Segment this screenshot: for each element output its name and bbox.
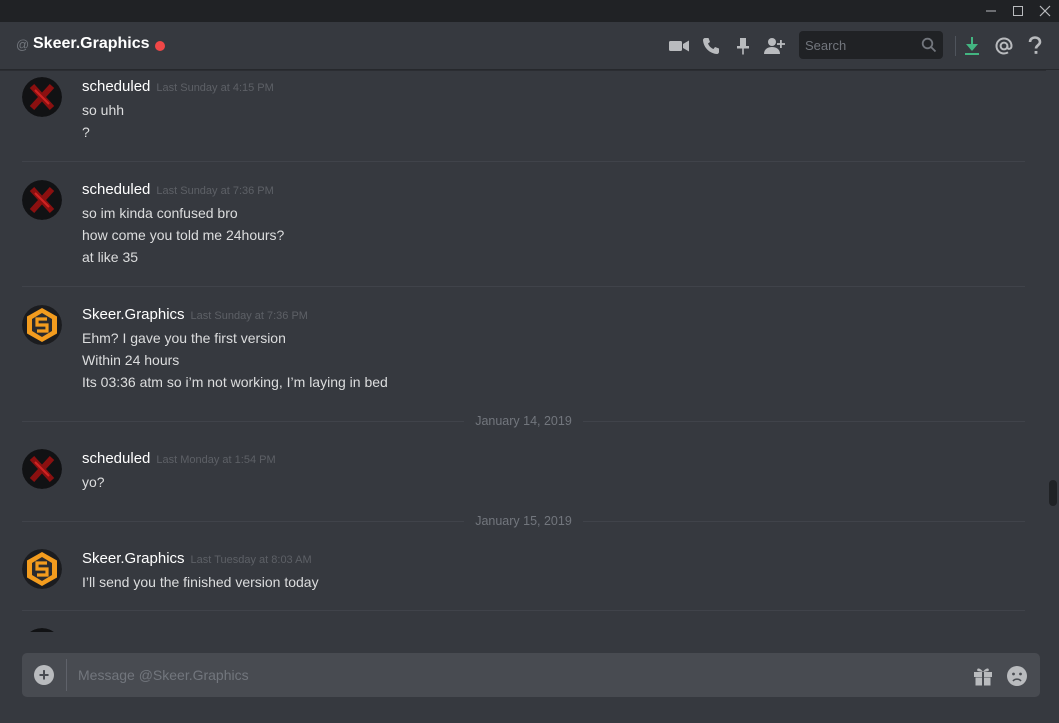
- mentions-icon[interactable]: [992, 34, 1016, 58]
- date-divider: January 14, 2019: [22, 414, 1025, 428]
- channel-header: @ Skeer.Graphics Search: [0, 22, 1059, 70]
- status-indicator: [155, 41, 165, 51]
- author-name[interactable]: scheduled: [82, 450, 150, 467]
- message-input[interactable]: Message @Skeer.Graphics: [78, 667, 249, 683]
- author-name[interactable]: scheduled: [82, 181, 150, 198]
- author-name[interactable]: Skeer.Graphics: [82, 306, 185, 323]
- date-divider: January 15, 2019: [22, 514, 1025, 528]
- close-icon[interactable]: [1031, 0, 1059, 22]
- author-name[interactable]: scheduled: [82, 78, 150, 95]
- dm-name[interactable]: Skeer.Graphics: [33, 35, 150, 53]
- download-icon[interactable]: [960, 34, 984, 58]
- message-text: Ehm? I gave you the first version: [82, 330, 286, 346]
- message-divider: [22, 610, 1025, 611]
- gift-icon[interactable]: [972, 665, 994, 692]
- minimize-icon[interactable]: [977, 0, 1005, 22]
- message-timestamp: Last Monday at 1:54 PM: [156, 454, 276, 466]
- message-divider: [22, 286, 1025, 287]
- add-friend-icon[interactable]: [762, 34, 786, 58]
- author-name[interactable]: Skeer.Graphics: [82, 550, 185, 567]
- scrollbar[interactable]: [1046, 70, 1059, 632]
- message-composer[interactable]: + Message @Skeer.Graphics: [22, 653, 1040, 697]
- search-placeholder: Search: [805, 38, 847, 53]
- maximize-icon[interactable]: [1004, 0, 1032, 22]
- message-timestamp: Last Sunday at 7:36 PM: [190, 310, 308, 322]
- message-timestamp: Last Tuesday at 8:03 AM: [190, 554, 312, 566]
- message-author[interactable]: scheduled Last Monday at 1:54 PM: [82, 450, 276, 467]
- pin-icon[interactable]: [731, 34, 755, 58]
- message-text: I’ll send you the finished version today: [82, 574, 319, 590]
- message-divider: [22, 161, 1025, 162]
- message-text: so im kinda confused bro: [82, 205, 238, 221]
- message-text: at like 35: [82, 249, 139, 265]
- message-text: Within 24 hours: [82, 352, 180, 368]
- user-avatar[interactable]: [22, 449, 62, 489]
- search-input[interactable]: Search: [799, 31, 943, 59]
- message-text: how come you told me 24hours?: [82, 227, 285, 243]
- message-text: yo?: [82, 474, 105, 490]
- at-symbol: @: [16, 37, 30, 52]
- help-icon[interactable]: [1023, 34, 1047, 58]
- header-divider: [955, 36, 956, 56]
- user-avatar[interactable]: [22, 628, 62, 632]
- message-author[interactable]: Skeer.Graphics Last Tuesday at 8:03 AM: [82, 550, 312, 567]
- user-avatar[interactable]: [22, 180, 62, 220]
- user-avatar[interactable]: [22, 77, 62, 117]
- message-author[interactable]: scheduled Last Sunday at 7:36 PM: [82, 181, 274, 198]
- composer-separator: [66, 659, 67, 691]
- message-text: Its 03:36 atm so i’m not working, I’m la…: [82, 374, 388, 390]
- message-text: ?: [82, 124, 90, 140]
- scrollbar-thumb[interactable]: [1049, 480, 1057, 506]
- user-avatar[interactable]: [22, 305, 62, 345]
- message-timestamp: Last Sunday at 4:15 PM: [156, 82, 274, 94]
- search-icon[interactable]: [921, 37, 937, 58]
- message-timestamp: Last Sunday at 7:36 PM: [156, 185, 274, 197]
- message-author[interactable]: Skeer.Graphics Last Sunday at 7:36 PM: [82, 306, 308, 323]
- message-text: so uhh: [82, 102, 125, 118]
- message-author[interactable]: scheduled Last Sunday at 4:15 PM: [82, 78, 274, 95]
- add-attachment-icon[interactable]: +: [34, 665, 54, 685]
- title-bar: [0, 0, 1059, 22]
- emoji-icon[interactable]: [1006, 665, 1028, 692]
- user-avatar[interactable]: [22, 549, 62, 589]
- video-call-icon[interactable]: [667, 34, 691, 58]
- voice-call-icon[interactable]: [699, 34, 723, 58]
- message-list: scheduled Last Sunday at 4:15 PM so uhh ?…: [0, 70, 1046, 632]
